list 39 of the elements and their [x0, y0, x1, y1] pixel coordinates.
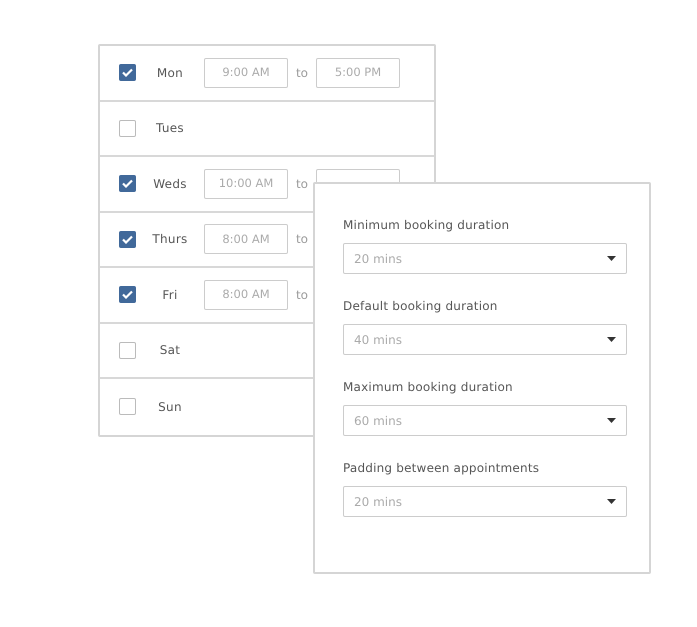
checkbox[interactable]	[119, 286, 136, 304]
to-label: to	[294, 286, 310, 304]
caret-icon	[607, 337, 616, 342]
duration-dropdown[interactable]: 40 mins	[343, 324, 627, 355]
checkbox[interactable]	[119, 120, 136, 137]
duration-dropdown[interactable]: 20 mins	[343, 486, 627, 517]
day-label: Mon	[156, 64, 184, 82]
checkbox[interactable]	[119, 398, 136, 416]
caret-icon	[607, 499, 616, 504]
day-label: Sun	[157, 398, 183, 416]
duration-dropdown[interactable]: 20 mins	[343, 243, 627, 274]
day-label: Fri	[161, 286, 179, 304]
day-label: Weds	[152, 176, 188, 193]
check-icon	[122, 179, 133, 188]
to-label: to	[294, 176, 310, 193]
check-icon	[122, 68, 133, 78]
day-label: Sat	[158, 342, 182, 360]
start-time-field[interactable]: 9:00 AM	[204, 58, 288, 88]
setting-label: Maximum booking duration	[343, 379, 514, 396]
setting-label: Minimum booking duration	[343, 217, 510, 234]
setting-label: Default booking duration	[343, 298, 499, 315]
day-label: Thurs	[151, 231, 189, 248]
check-icon	[122, 234, 133, 244]
caret-icon	[607, 418, 616, 423]
checkbox[interactable]	[119, 342, 136, 359]
day-label: Tues	[155, 120, 185, 138]
checkbox[interactable]	[119, 175, 136, 192]
checkbox[interactable]	[119, 64, 136, 82]
checkbox[interactable]	[119, 230, 136, 248]
to-label: to	[294, 64, 310, 82]
start-time-field[interactable]: 8:00 AM	[204, 224, 288, 254]
check-icon	[122, 290, 133, 300]
end-time-field[interactable]: 5:00 PM	[316, 58, 400, 88]
to-label: to	[294, 231, 310, 248]
start-time-field[interactable]: 8:00 AM	[204, 280, 288, 310]
setting-label: Padding between appointments	[343, 460, 540, 477]
caret-icon	[607, 256, 616, 261]
duration-dropdown[interactable]: 60 mins	[343, 405, 627, 436]
start-time-field[interactable]: 10:00 AM	[204, 168, 288, 199]
